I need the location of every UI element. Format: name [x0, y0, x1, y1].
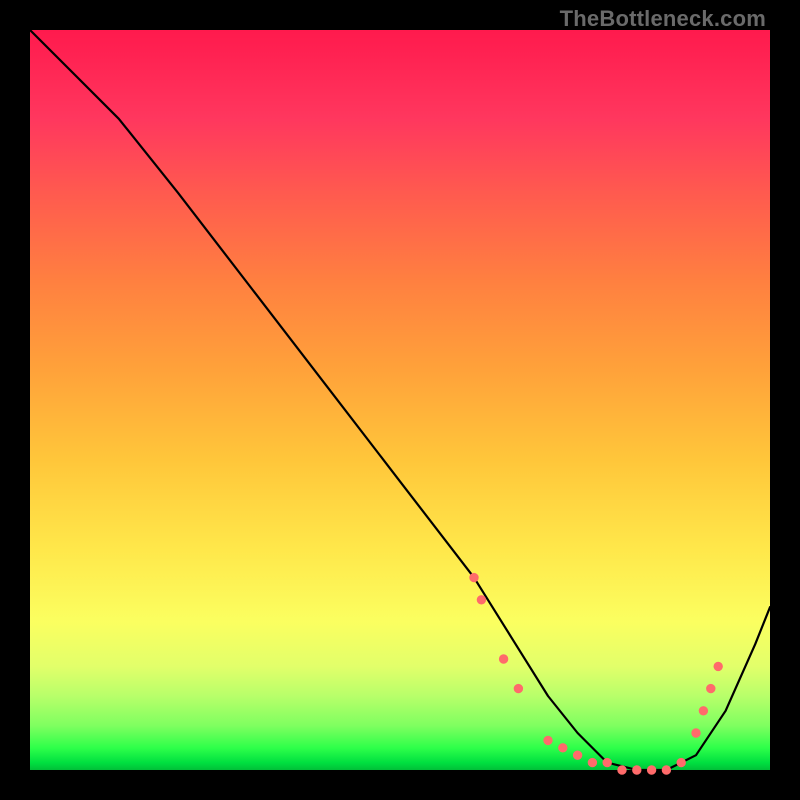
- plot-area: [30, 30, 770, 770]
- marker-dot: [618, 766, 626, 774]
- marker-dot: [633, 766, 641, 774]
- marker-dot: [714, 662, 722, 670]
- marker-dot: [573, 751, 581, 759]
- marker-dot: [477, 596, 485, 604]
- marker-dot: [499, 655, 507, 663]
- marker-dot: [677, 758, 685, 766]
- watermark-text: TheBottleneck.com: [560, 6, 766, 32]
- marker-dot: [559, 744, 567, 752]
- marker-dot: [692, 729, 700, 737]
- marker-dot: [514, 684, 522, 692]
- marker-dots-group: [470, 573, 723, 774]
- marker-dot: [699, 707, 707, 715]
- marker-dot: [707, 684, 715, 692]
- chart-frame: TheBottleneck.com: [0, 0, 800, 800]
- marker-dot: [544, 736, 552, 744]
- curve-svg: [30, 30, 770, 770]
- bottleneck-curve: [30, 30, 770, 770]
- marker-dot: [662, 766, 670, 774]
- marker-dot: [603, 758, 611, 766]
- marker-dot: [470, 573, 478, 581]
- marker-dot: [588, 758, 596, 766]
- marker-dot: [647, 766, 655, 774]
